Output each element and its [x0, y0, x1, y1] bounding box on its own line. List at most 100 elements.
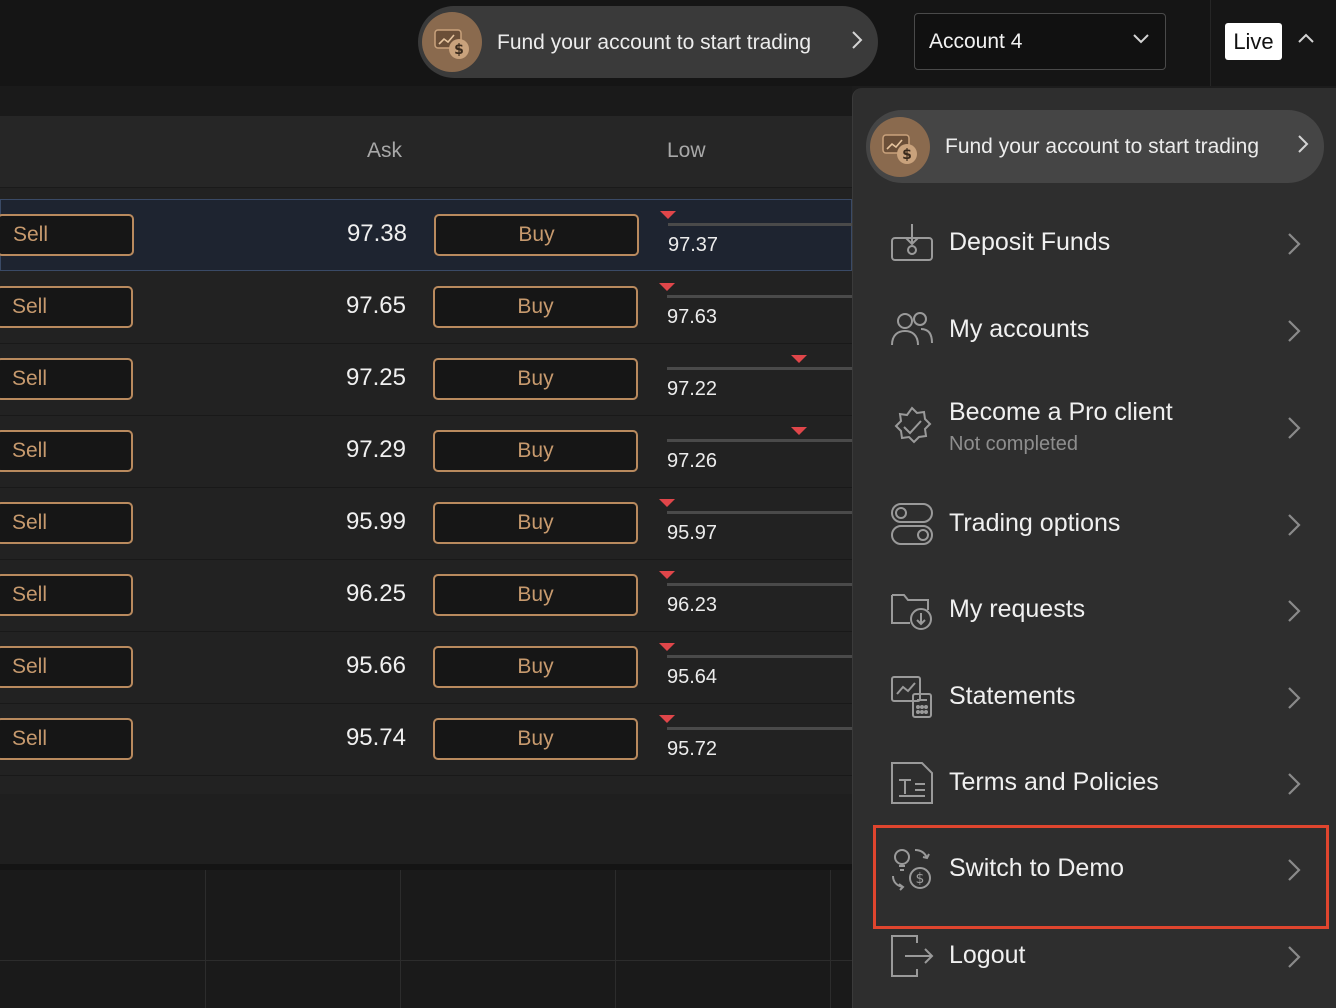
- chevron-down-icon: [1131, 32, 1151, 51]
- buy-button[interactable]: Buy: [433, 502, 638, 544]
- menu-item-trading-options[interactable]: Trading options: [852, 501, 1336, 547]
- toolbar-strip: [0, 86, 852, 116]
- table-header: Ask Low: [0, 116, 852, 188]
- sell-button[interactable]: Sell: [0, 358, 133, 400]
- buy-button[interactable]: Buy: [434, 214, 639, 256]
- menu-item-become-pro-client[interactable]: Become a Pro client Not completed: [852, 398, 1336, 458]
- sell-button[interactable]: Sell: [0, 286, 133, 328]
- sell-button[interactable]: Sell: [0, 502, 133, 544]
- down-arrow-icon: [659, 499, 675, 507]
- chevron-up-icon[interactable]: [1296, 31, 1316, 50]
- menu-item-my-accounts[interactable]: My accounts: [852, 307, 1336, 353]
- menu-fund-account-banner[interactable]: $ Fund your account to start trading: [866, 110, 1324, 183]
- ask-price: 97.38: [346, 220, 407, 247]
- chart-area: [0, 864, 852, 1008]
- fund-banner-text: Fund your account to start trading: [497, 30, 812, 54]
- badge-check-icon: [889, 405, 935, 451]
- ask-price: 97.25: [345, 364, 406, 391]
- svg-text:$: $: [454, 42, 464, 58]
- ask-price: 96.25: [345, 580, 406, 607]
- chevron-right-icon: [1286, 512, 1302, 543]
- ask-price: 95.99: [345, 508, 406, 535]
- grid-line: [205, 870, 206, 1008]
- money-bag-icon: $: [870, 116, 930, 177]
- down-arrow-icon: [659, 715, 675, 723]
- statement-icon: [889, 674, 935, 720]
- chevron-right-icon: [1286, 685, 1302, 716]
- highlight-box: [873, 825, 1329, 929]
- table-row[interactable]: Sell 95.99 Buy 95.97: [0, 488, 852, 560]
- ask-price: 95.66: [345, 652, 406, 679]
- down-arrow-icon: [659, 571, 675, 579]
- table-row[interactable]: Sell 95.74 Buy 95.72: [0, 704, 852, 776]
- chevron-right-icon: [1286, 598, 1302, 629]
- low-range-bar: [667, 367, 852, 370]
- grid-line: [830, 870, 831, 1008]
- chevron-right-icon: [1286, 231, 1302, 262]
- users-icon: [889, 307, 935, 353]
- live-mode-badge[interactable]: Live: [1225, 23, 1282, 60]
- chevron-right-icon: [1286, 944, 1302, 975]
- low-range-bar: [667, 583, 852, 586]
- money-bag-icon: $: [422, 12, 482, 72]
- menu-item-label: Logout: [949, 941, 1026, 969]
- menu-item-statements[interactable]: Statements: [852, 674, 1336, 720]
- low-price: 97.37: [668, 234, 719, 256]
- buy-button[interactable]: Buy: [433, 646, 638, 688]
- down-arrow-icon: [791, 427, 807, 435]
- low-price: 97.26: [667, 450, 718, 472]
- sell-button[interactable]: Sell: [0, 214, 134, 256]
- menu-item-label: Statements: [949, 682, 1076, 710]
- menu-item-label: My accounts: [949, 315, 1090, 343]
- column-header-ask: Ask: [367, 139, 403, 162]
- low-range-bar: [668, 223, 853, 226]
- menu-item-label: Terms and Policies: [949, 768, 1159, 796]
- sell-button[interactable]: Sell: [0, 574, 133, 616]
- sell-button[interactable]: Sell: [0, 646, 133, 688]
- menu-item-label: Deposit Funds: [949, 228, 1111, 256]
- table-row[interactable]: Sell 97.25 Buy 97.22: [0, 344, 852, 416]
- ask-price: 95.74: [345, 724, 406, 751]
- low-price: 96.23: [667, 594, 718, 616]
- chevron-right-icon: [1286, 415, 1302, 446]
- document-icon: [889, 760, 935, 806]
- table-row[interactable]: Sell 97.38 Buy 97.37: [0, 199, 853, 271]
- buy-button[interactable]: Buy: [433, 286, 638, 328]
- logout-icon: [889, 933, 935, 979]
- table-row[interactable]: Sell 95.66 Buy 95.64: [0, 632, 852, 704]
- ask-price: 97.65: [345, 292, 406, 319]
- buy-button[interactable]: Buy: [433, 574, 638, 616]
- low-range-bar: [667, 655, 852, 658]
- grid-line: [400, 870, 401, 1008]
- table-row[interactable]: Sell 97.29 Buy 97.26: [0, 416, 852, 488]
- buy-button[interactable]: Buy: [433, 358, 638, 400]
- low-range-bar: [667, 295, 852, 298]
- low-price: 97.63: [667, 306, 718, 328]
- fund-banner-text: Fund your account to start trading: [945, 135, 1260, 158]
- low-price: 97.22: [667, 378, 718, 400]
- menu-item-label: My requests: [949, 595, 1086, 623]
- low-price: 95.97: [667, 522, 718, 544]
- folder-download-icon: [889, 587, 935, 633]
- sell-button[interactable]: Sell: [0, 718, 133, 760]
- chevron-right-icon: [850, 29, 864, 56]
- menu-item-logout[interactable]: Logout: [852, 933, 1336, 979]
- table-row[interactable]: Sell 96.25 Buy 96.23: [0, 560, 852, 632]
- grid-line: [615, 870, 616, 1008]
- down-arrow-icon: [660, 211, 676, 219]
- buy-button[interactable]: Buy: [433, 718, 638, 760]
- account-select-value: Account 4: [929, 29, 1023, 53]
- low-range-bar: [667, 511, 852, 514]
- menu-item-terms-and-policies[interactable]: Terms and Policies: [852, 760, 1336, 806]
- low-range-bar: [667, 439, 852, 442]
- buy-button[interactable]: Buy: [433, 430, 638, 472]
- chevron-right-icon: [1286, 771, 1302, 802]
- menu-item-deposit-funds[interactable]: Deposit Funds: [852, 220, 1336, 266]
- account-select[interactable]: Account 4: [914, 13, 1166, 70]
- fund-account-banner[interactable]: $ Fund your account to start trading: [418, 6, 878, 78]
- menu-item-my-requests[interactable]: My requests: [852, 587, 1336, 633]
- down-arrow-icon: [659, 643, 675, 651]
- table-row[interactable]: Sell 97.65 Buy 97.63: [0, 272, 852, 344]
- low-range-bar: [667, 727, 852, 730]
- sell-button[interactable]: Sell: [0, 430, 133, 472]
